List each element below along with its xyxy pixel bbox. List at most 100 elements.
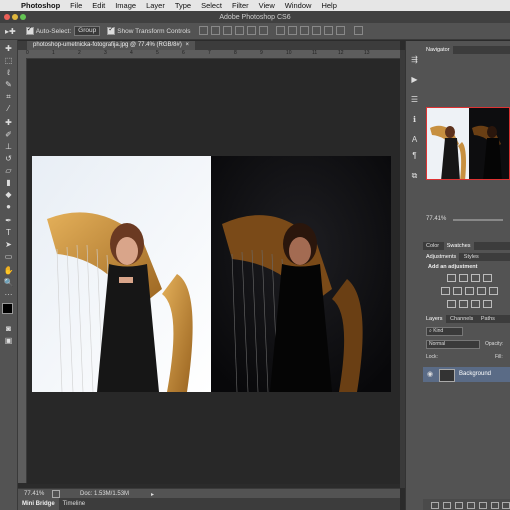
zoom-tool-icon[interactable]: 🔍 (3, 278, 14, 287)
posterize-adjustment-icon[interactable] (459, 300, 468, 308)
align-left-icon[interactable] (234, 25, 244, 35)
properties-panel-icon[interactable]: ☰ (409, 95, 420, 105)
menu-file[interactable]: File (70, 1, 82, 10)
new-group-icon[interactable] (479, 502, 487, 509)
hand-tool-icon[interactable]: ✋ (3, 266, 14, 275)
distribute-center-icon[interactable] (324, 25, 334, 35)
distribute-right-icon[interactable] (336, 25, 346, 35)
menu-edit[interactable]: Edit (92, 1, 105, 10)
distribute-top-icon[interactable] (276, 25, 286, 35)
minimize-window-icon[interactable] (11, 14, 18, 20)
zoom-level[interactable]: 77.41% (24, 491, 48, 497)
screen-mode-icon[interactable]: ▣ (3, 336, 14, 345)
blur-tool-icon[interactable]: ◆ (3, 190, 14, 199)
move-tool-preset-icon[interactable]: ▸✚ (5, 27, 16, 36)
menu-window[interactable]: Window (285, 1, 312, 10)
hue-saturation-adjustment-icon[interactable] (453, 287, 462, 295)
crop-tool-icon[interactable]: ⌗ (3, 92, 14, 101)
levels-adjustment-icon[interactable] (459, 274, 468, 282)
menu-type[interactable]: Type (175, 1, 191, 10)
healing-brush-tool-icon[interactable]: ✚ (3, 118, 14, 127)
gradient-tool-icon[interactable]: ▮ (3, 178, 14, 187)
delete-layer-icon[interactable] (502, 502, 510, 509)
blend-mode-dropdown[interactable]: Normal (426, 340, 480, 349)
navigator-zoom-slider[interactable] (453, 219, 503, 221)
close-window-icon[interactable] (4, 14, 10, 20)
distribute-left-icon[interactable] (312, 25, 322, 35)
curves-adjustment-icon[interactable] (471, 274, 480, 282)
tab-navigator[interactable]: Navigator (423, 46, 453, 54)
lasso-tool-icon[interactable]: ℓ (3, 68, 14, 77)
black-white-adjustment-icon[interactable] (477, 287, 486, 295)
layer-filter-dropdown[interactable]: ⌕ Kind (426, 327, 463, 336)
new-layer-icon[interactable] (491, 502, 499, 509)
menu-select[interactable]: Select (201, 1, 222, 10)
layer-row-background[interactable]: ◉ Background (423, 367, 510, 382)
foreground-color-swatch[interactable] (2, 303, 13, 314)
character-panel-icon[interactable]: A (409, 135, 420, 145)
brightness-adjustment-icon[interactable] (447, 274, 456, 282)
align-bottom-icon[interactable] (222, 25, 232, 35)
move-tool-icon[interactable]: ✚ (3, 44, 14, 53)
window-controls[interactable] (4, 14, 26, 22)
link-layers-icon[interactable] (431, 502, 439, 509)
tab-paths[interactable]: Paths (478, 315, 498, 323)
actions-panel-icon[interactable]: ▶ (409, 75, 420, 85)
extra-tools-icon[interactable]: ··· (3, 290, 14, 299)
share-icon[interactable] (52, 490, 60, 498)
align-right-icon[interactable] (258, 25, 268, 35)
layer-style-icon[interactable] (443, 502, 451, 509)
canvas-area[interactable] (27, 59, 400, 484)
auto-select-checkbox[interactable] (25, 25, 34, 35)
transform-controls-checkbox[interactable] (107, 25, 116, 35)
document-tab[interactable]: photoshop-umetnicka-fotografija.jpg @ 77… (27, 41, 196, 50)
new-adjustment-layer-icon[interactable] (467, 502, 475, 509)
clone-source-panel-icon[interactable]: ⧉ (409, 171, 420, 181)
vibrance-adjustment-icon[interactable] (441, 287, 450, 295)
history-brush-tool-icon[interactable]: ↺ (3, 154, 14, 163)
align-top-icon[interactable] (198, 25, 208, 35)
color-balance-adjustment-icon[interactable] (465, 287, 474, 295)
path-selection-tool-icon[interactable]: ➤ (3, 240, 14, 249)
zoom-window-icon[interactable] (19, 14, 26, 20)
menu-view[interactable]: View (259, 1, 275, 10)
shape-tool-icon[interactable]: ▭ (3, 252, 14, 261)
photo-filter-adjustment-icon[interactable] (489, 287, 498, 295)
menu-help[interactable]: Help (321, 1, 336, 10)
navigator-zoom[interactable]: 77.41% (426, 216, 446, 222)
auto-align-icon[interactable] (354, 25, 364, 35)
close-document-icon[interactable]: × (186, 42, 190, 48)
menu-filter[interactable]: Filter (232, 1, 249, 10)
status-menu-arrow-icon[interactable]: ▸ (151, 491, 154, 498)
distribute-bottom-icon[interactable] (300, 25, 310, 35)
tab-swatches[interactable]: Swatches (443, 242, 474, 250)
clone-stamp-tool-icon[interactable]: ⊥ (3, 142, 14, 151)
menu-app-name[interactable]: Photoshop (21, 1, 60, 10)
tab-channels[interactable]: Channels (447, 315, 476, 323)
align-center-icon[interactable] (246, 25, 256, 35)
brush-tool-icon[interactable]: ✐ (3, 130, 14, 139)
tab-adjustments[interactable]: Adjustments (423, 253, 460, 261)
quick-select-tool-icon[interactable]: ✎ (3, 80, 14, 89)
exposure-adjustment-icon[interactable] (483, 274, 492, 282)
type-tool-icon[interactable]: T (3, 228, 14, 237)
tab-mini-bridge[interactable]: Mini Bridge (18, 498, 59, 510)
navigator-preview[interactable] (426, 107, 510, 180)
eraser-tool-icon[interactable]: ▱ (3, 166, 14, 175)
threshold-adjustment-icon[interactable] (471, 300, 480, 308)
menu-layer[interactable]: Layer (146, 1, 165, 10)
add-mask-icon[interactable] (455, 502, 463, 509)
paragraph-panel-icon[interactable]: ¶ (409, 151, 420, 161)
tab-layers[interactable]: Layers (423, 315, 446, 323)
dodge-tool-icon[interactable]: ● (3, 202, 14, 211)
tab-color[interactable]: Color (423, 242, 442, 250)
eyedropper-tool-icon[interactable]: ⁄ (3, 104, 14, 113)
pen-tool-icon[interactable]: ✒ (3, 216, 14, 225)
gradient-map-adjustment-icon[interactable] (483, 300, 492, 308)
layer-name[interactable]: Background (459, 371, 491, 377)
layer-visibility-eye-icon[interactable]: ◉ (427, 370, 433, 378)
align-middle-icon[interactable] (210, 25, 220, 35)
menu-image[interactable]: Image (115, 1, 136, 10)
tab-timeline[interactable]: Timeline (59, 498, 89, 510)
tab-styles[interactable]: Styles (461, 253, 482, 261)
